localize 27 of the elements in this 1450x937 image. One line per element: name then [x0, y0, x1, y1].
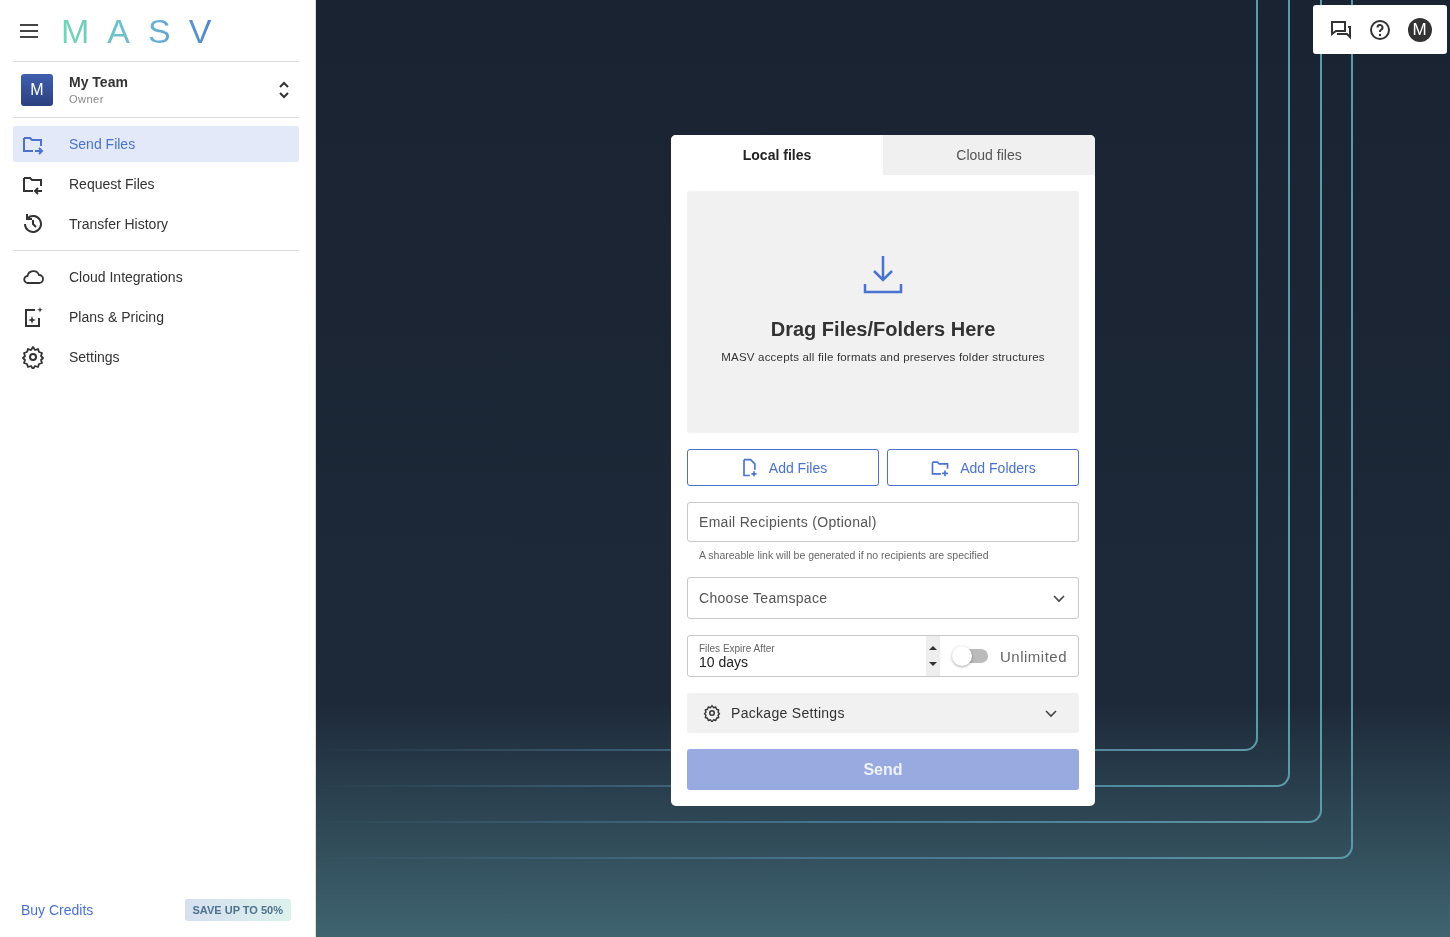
nav-item[interactable]: Plans & Pricing: [13, 299, 299, 335]
email-input-field[interactable]: Email Recipients (Optional): [687, 502, 1079, 542]
email-hint: A shareable link will be generated if no recipients are specified: [698, 548, 990, 561]
nav-item[interactable]: Settings: [13, 339, 299, 375]
nav-item[interactable]: Transfer History: [13, 206, 299, 242]
gear-icon: [21, 345, 45, 369]
history-icon: [21, 212, 45, 236]
package-settings-toggle[interactable]: Package Settings: [687, 693, 1079, 733]
menu-icon[interactable]: [19, 22, 39, 39]
team-role: Owner: [69, 93, 105, 105]
tab[interactable]: Cloud files: [883, 135, 1095, 175]
help-icon[interactable]: [1368, 17, 1392, 42]
team-avatar: M: [21, 73, 53, 106]
add-folders-button[interactable]: Add Folders: [887, 449, 1079, 486]
gear-icon: [703, 704, 721, 722]
drop-zone-title: Drag Files/Folders Here: [770, 317, 996, 341]
drop-zone-subtitle: MASV accepts all file formats and preserves folder structures: [721, 350, 1045, 363]
nav-item[interactable]: Request Files: [13, 166, 299, 202]
nav-item[interactable]: Cloud Integrations: [13, 259, 299, 295]
buy-credits-link[interactable]: Buy Credits: [21, 902, 94, 918]
drop-zone[interactable]: Drag Files/Folders Here MASV accepts all file formats and preserves folder structures: [687, 191, 1079, 433]
add-files-button[interactable]: Add Files: [687, 449, 879, 486]
user-avatar[interactable]: M: [1407, 17, 1432, 42]
teamspace-select[interactable]: Choose Teamspace: [687, 577, 1079, 619]
nav-item[interactable]: Send Files: [13, 126, 299, 162]
promo-badge: SAVE UP TO 50%: [184, 899, 291, 921]
team-name: My Team: [69, 74, 129, 90]
